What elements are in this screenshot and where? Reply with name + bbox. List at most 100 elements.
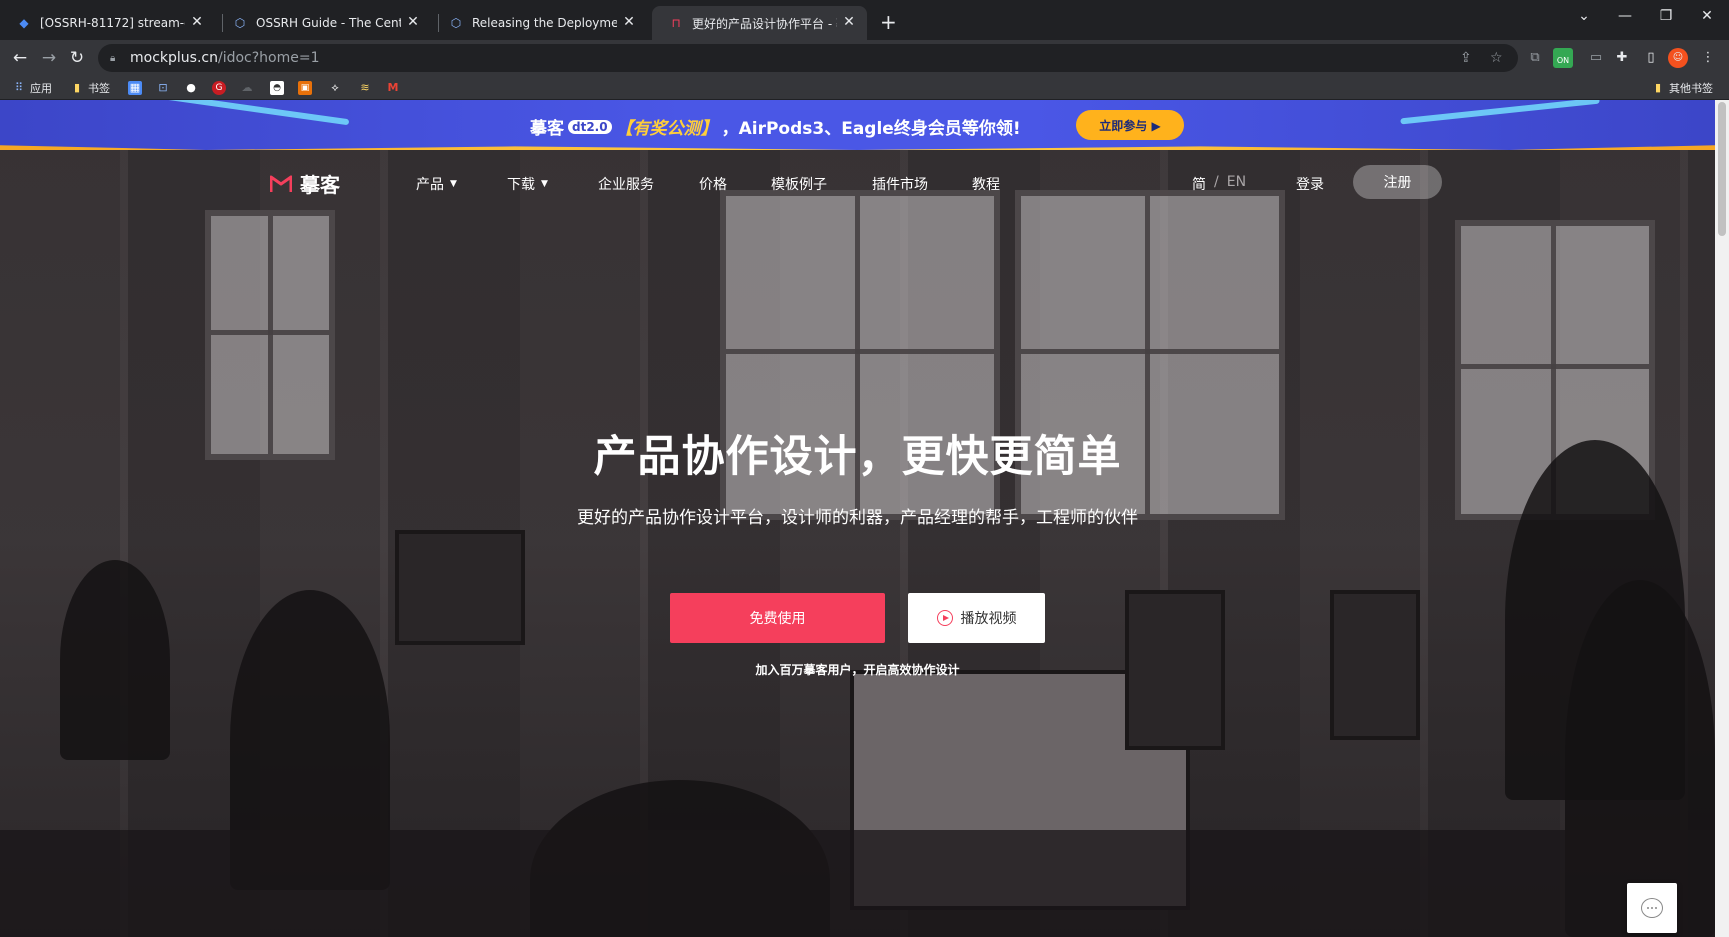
chevron-down-icon: ▼	[541, 179, 548, 189]
banner-decoration	[1400, 100, 1600, 125]
tab-search-icon[interactable]: ⌄	[1574, 8, 1594, 24]
mockplus-logo[interactable]: 摹客	[270, 169, 340, 198]
bookmark-shortcut[interactable]: ●	[184, 79, 198, 97]
hero-subtitle: 更好的产品协作设计平台，设计师的利器，产品经理的帮手，工程师的伙伴	[577, 508, 1138, 528]
bookmark-shortcut[interactable]: ☁	[240, 79, 254, 97]
blue-square-icon: ▦	[128, 81, 142, 95]
background-desk	[0, 830, 1715, 937]
profile-avatar[interactable]: ☺	[1668, 48, 1688, 68]
bookmark-shortcut[interactable]: M	[386, 79, 400, 97]
mockplus-logo-icon	[270, 175, 292, 192]
bookmark-shortcut[interactable]: ▣	[298, 79, 312, 97]
browser-tab-active[interactable]: ⊓ 更好的产品设计协作平台 - 摹客 ✕	[652, 6, 867, 40]
mockplus-icon: ⊓	[671, 16, 681, 30]
login-link[interactable]: 登录	[1296, 174, 1324, 194]
nav-item-tutorials[interactable]: 教程	[972, 174, 1000, 194]
promo-brand: 摹客	[530, 119, 564, 139]
address-bar[interactable]: 🔒︎ mockplus.cn/idoc?home=1 ⇪ ☆	[98, 44, 1518, 72]
side-panel-icon[interactable]: ▯	[1641, 48, 1661, 68]
on-extension-icon[interactable]: ON	[1553, 48, 1573, 68]
folder-icon: ▮	[1654, 81, 1662, 94]
chat-bubble-icon	[1641, 898, 1663, 918]
signup-button[interactable]: 注册	[1353, 165, 1442, 199]
bookmark-label: 书签	[88, 82, 110, 95]
page-scrollbar[interactable]	[1715, 100, 1729, 937]
reload-icon[interactable]: ↻	[66, 47, 88, 69]
background-monitor	[395, 530, 525, 645]
chevron-down-icon: ▼	[450, 179, 457, 189]
bookmark-shortcut[interactable]: ≋	[358, 79, 372, 97]
tab-title: Releasing the Deployment - Th	[472, 16, 617, 30]
bookmark-shortcut[interactable]: G	[212, 79, 226, 97]
play-icon	[936, 610, 953, 626]
bookmark-label: 应用	[30, 82, 52, 95]
forward-arrow-icon[interactable]: →	[38, 47, 60, 69]
close-window-icon[interactable]: ✕	[1697, 8, 1717, 24]
nav-label: 插件市场	[872, 177, 928, 193]
free-trial-button[interactable]: 免费使用	[670, 593, 885, 643]
browser-toolbar: ← → ↻ 🔒︎ mockplus.cn/idoc?home=1 ⇪ ☆ ⧉ O…	[0, 40, 1729, 76]
nav-label: 产品	[416, 177, 444, 193]
nav-item-enterprise[interactable]: 企业服务	[598, 174, 654, 194]
logo-text: 摹客	[300, 173, 340, 197]
browser-tab[interactable]: ⬡ OSSRH Guide - The Central Re ✕	[216, 6, 431, 40]
nav-item-product[interactable]: 产品 ▼	[416, 174, 457, 194]
close-tab-icon[interactable]: ✕	[841, 14, 857, 30]
puzzle-extensions-icon[interactable]: ✚	[1612, 48, 1632, 68]
url-host: mockplus.cn	[130, 50, 218, 66]
tab-title: 更好的产品设计协作平台 - 摹客	[692, 16, 837, 31]
browser-tab-strip: ◆ [OSSRH-81172] stream-query ✕ ⬡ OSSRH G…	[0, 0, 1729, 40]
hexagon-icon: ⬡	[234, 16, 246, 30]
web-page: 摹客 dt2.0 【有奖公测】 ，AirPods3、Eagle终身会员等你领! …	[0, 100, 1715, 937]
github-icon: ●	[186, 81, 196, 94]
restore-icon[interactable]: ❐	[1656, 8, 1676, 24]
play-video-button[interactable]: 播放视频	[908, 593, 1045, 643]
box-icon: ▣	[298, 81, 312, 95]
minimize-icon[interactable]: —	[1615, 8, 1635, 24]
close-tab-icon[interactable]: ✕	[405, 14, 421, 30]
banner-decoration	[130, 100, 350, 126]
promo-banner[interactable]: 摹客 dt2.0 【有奖公测】 ，AirPods3、Eagle终身会员等你领! …	[0, 100, 1715, 150]
browser-tab[interactable]: ⬡ Releasing the Deployment - Th ✕	[432, 6, 647, 40]
back-arrow-icon[interactable]: ←	[9, 47, 31, 69]
nav-item-pricing[interactable]: 价格	[699, 174, 727, 194]
bookmark-star-icon[interactable]: ☆	[1490, 50, 1503, 66]
menu-kebab-icon[interactable]: ⋮	[1698, 48, 1718, 68]
bookmark-shortcut[interactable]: ◓	[270, 79, 284, 97]
chat-support-button[interactable]	[1627, 883, 1677, 933]
nav-label: 价格	[699, 177, 727, 193]
gmail-icon: M	[387, 81, 399, 94]
hero-section: 摹客 产品 ▼ 下载 ▼ 企业服务 价格 模板例子 插件市场 教程 简 / EN	[0, 150, 1715, 937]
nav-item-download[interactable]: 下载 ▼	[507, 174, 548, 194]
bilibili-icon: ⊡	[158, 81, 168, 94]
bookmark-apps[interactable]: ⠿ 应用	[12, 79, 52, 97]
promo-text: 摹客 dt2.0 【有奖公测】 ，AirPods3、Eagle终身会员等你领!	[530, 114, 1021, 139]
nav-item-plugins[interactable]: 插件市场	[872, 174, 928, 194]
extension-badge: ON	[1556, 56, 1570, 65]
bookmark-shortcut[interactable]: ⊡	[156, 79, 170, 97]
close-tab-icon[interactable]: ✕	[621, 14, 637, 30]
lang-cn-option[interactable]: 简	[1192, 174, 1206, 194]
nav-item-templates[interactable]: 模板例子	[771, 174, 827, 194]
cloud-icon: ☁	[241, 81, 253, 94]
apps-grid-icon: ⠿	[14, 81, 24, 94]
browser-tab[interactable]: ◆ [OSSRH-81172] stream-query ✕	[0, 6, 215, 40]
nav-label: 教程	[972, 177, 1000, 193]
folder-icon: ▮	[73, 81, 81, 94]
banner-wave	[0, 145, 1715, 150]
lang-en-option[interactable]: EN	[1227, 174, 1246, 194]
chat-extension-icon[interactable]: ▭	[1586, 48, 1606, 68]
new-tab-button[interactable]: +	[880, 10, 897, 34]
share-icon[interactable]: ⇪	[1460, 50, 1472, 66]
close-tab-icon[interactable]: ✕	[189, 14, 205, 30]
bookmark-shortcut[interactable]: ⟡	[328, 79, 342, 97]
other-bookmarks[interactable]: ▮ 其他书签	[1651, 79, 1713, 97]
copy-extension-icon[interactable]: ⧉	[1525, 48, 1545, 68]
bookmarks-bar: ⠿ 应用 ▮ 书签 ▦ ⊡ ● G ☁ ◓ ▣ ⟡ ≋ M ▮ 其他书签	[0, 76, 1729, 100]
nav-label: 模板例子	[771, 177, 827, 193]
nav-label: 下载	[507, 177, 535, 193]
bookmark-shortcut[interactable]: ▦	[128, 79, 142, 97]
join-now-button[interactable]: 立即参与 ▶	[1076, 110, 1184, 140]
scrollbar-thumb[interactable]	[1718, 102, 1726, 236]
bookmark-folder[interactable]: ▮ 书签	[70, 79, 110, 97]
